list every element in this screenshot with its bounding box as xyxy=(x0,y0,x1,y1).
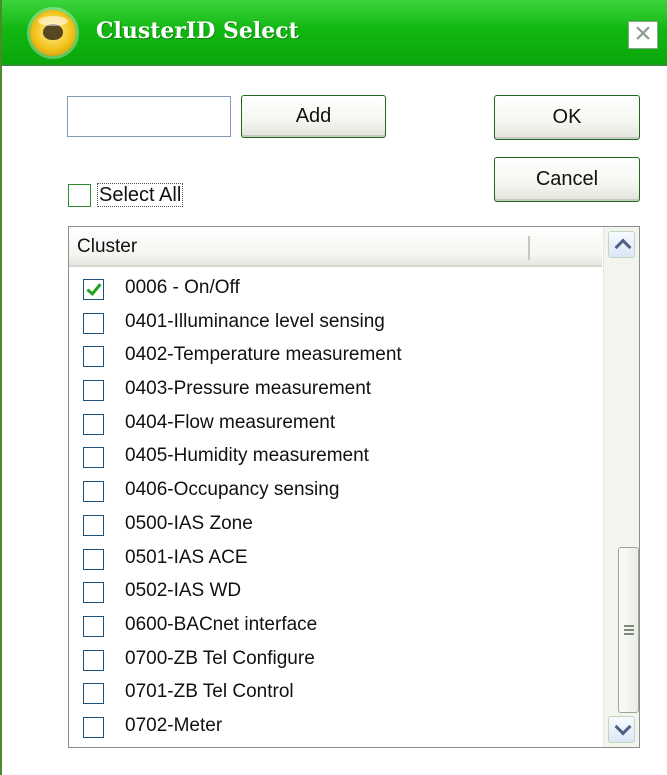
list-item[interactable]: 0404-Flow measurement xyxy=(69,408,602,442)
list-item-label: 0006 - On/Off xyxy=(125,277,240,298)
dialog-title: ClusterID Select xyxy=(96,18,299,44)
checkbox[interactable] xyxy=(83,413,104,435)
list-item[interactable]: 0502-IAS WD xyxy=(69,576,602,610)
checkbox[interactable] xyxy=(83,683,104,705)
list-item-label: 0403-Pressure measurement xyxy=(125,378,372,400)
list-item[interactable]: 0006 - On/Off xyxy=(69,273,602,307)
chevron-down-icon xyxy=(614,718,632,736)
list-item[interactable]: 0406-Occupancy sensing xyxy=(69,475,602,509)
checkbox[interactable] xyxy=(83,649,104,671)
checkbox[interactable] xyxy=(83,447,104,469)
cluster-select-dialog: ClusterID Select × Add OK Cancel Select … xyxy=(0,0,667,775)
column-divider[interactable] xyxy=(528,236,530,260)
list-item-label: 0502-IAS WD xyxy=(125,580,242,602)
checkbox[interactable] xyxy=(83,346,104,368)
list-item[interactable]: 0702-Meter xyxy=(69,711,602,745)
checkbox[interactable] xyxy=(83,716,104,738)
list-item-label: 0406-Occupancy sensing xyxy=(125,479,340,501)
checkbox[interactable] xyxy=(83,481,104,503)
list-item-label: 0402-Temperature measurement xyxy=(125,344,402,366)
checkbox[interactable] xyxy=(83,312,104,334)
list-header: Cluster xyxy=(69,227,602,267)
list-item[interactable]: 0402-Temperature measurement xyxy=(69,340,602,374)
list-item[interactable]: 0500-IAS Zone xyxy=(69,509,602,543)
list-item-label: 0701-ZB Tel Control xyxy=(125,681,294,703)
list-item[interactable]: 0403-Pressure measurement xyxy=(69,374,602,408)
column-header-cluster[interactable]: Cluster xyxy=(77,236,137,258)
list-item[interactable]: 0600-BACnet interface xyxy=(69,610,602,644)
list-item[interactable]: 0700-ZB Tel Configure xyxy=(69,644,602,678)
checkbox-checked[interactable] xyxy=(83,279,104,300)
list-item[interactable]: 0401-Illuminance level sensing xyxy=(69,307,602,341)
ok-button[interactable]: OK xyxy=(494,95,640,140)
chevron-up-icon xyxy=(614,238,632,256)
cluster-id-input[interactable] xyxy=(67,96,231,137)
checkbox[interactable] xyxy=(83,582,104,604)
list-item-label: 0500-IAS Zone xyxy=(125,512,253,534)
checkbox[interactable] xyxy=(83,615,104,637)
list-item-label: 0501-IAS ACE xyxy=(125,546,248,568)
list-item-label: 0405-Humidity measurement xyxy=(125,445,369,467)
bee-app-icon xyxy=(30,10,76,56)
scroll-up-button[interactable] xyxy=(608,231,635,258)
grip-icon xyxy=(624,625,634,637)
list-item-label: 0702-Meter xyxy=(125,714,223,736)
checkbox[interactable] xyxy=(83,380,104,402)
list-item-label: 0700-ZB Tel Configure xyxy=(125,647,315,669)
cancel-button[interactable]: Cancel xyxy=(494,157,640,202)
scroll-down-button[interactable] xyxy=(608,716,635,743)
close-icon: × xyxy=(634,17,652,50)
list-item-label: 0600-BACnet interface xyxy=(125,613,318,635)
list-item[interactable]: 0501-IAS ACE xyxy=(69,543,602,577)
add-button[interactable]: Add xyxy=(241,95,386,138)
checkbox[interactable] xyxy=(83,548,104,570)
list-item-label: 0401-Illuminance level sensing xyxy=(125,310,385,332)
scroll-thumb[interactable] xyxy=(618,547,639,713)
title-bar[interactable]: ClusterID Select × xyxy=(2,0,667,66)
list-item[interactable]: 0701-ZB Tel Control xyxy=(69,677,602,711)
list-item-label: 0404-Flow measurement xyxy=(125,411,336,433)
checkbox[interactable] xyxy=(83,514,104,536)
select-all-box[interactable] xyxy=(68,184,91,207)
cluster-list: Cluster 0006 - On/Off 0401-Illuminance le… xyxy=(68,226,640,748)
close-button[interactable]: × xyxy=(628,17,658,50)
list-item[interactable]: 0405-Humidity measurement xyxy=(69,441,602,475)
vertical-scrollbar[interactable] xyxy=(603,227,639,747)
list-rows: 0006 - On/Off 0401-Illuminance level sens… xyxy=(69,273,602,745)
select-all-label[interactable]: Select All xyxy=(97,183,184,207)
